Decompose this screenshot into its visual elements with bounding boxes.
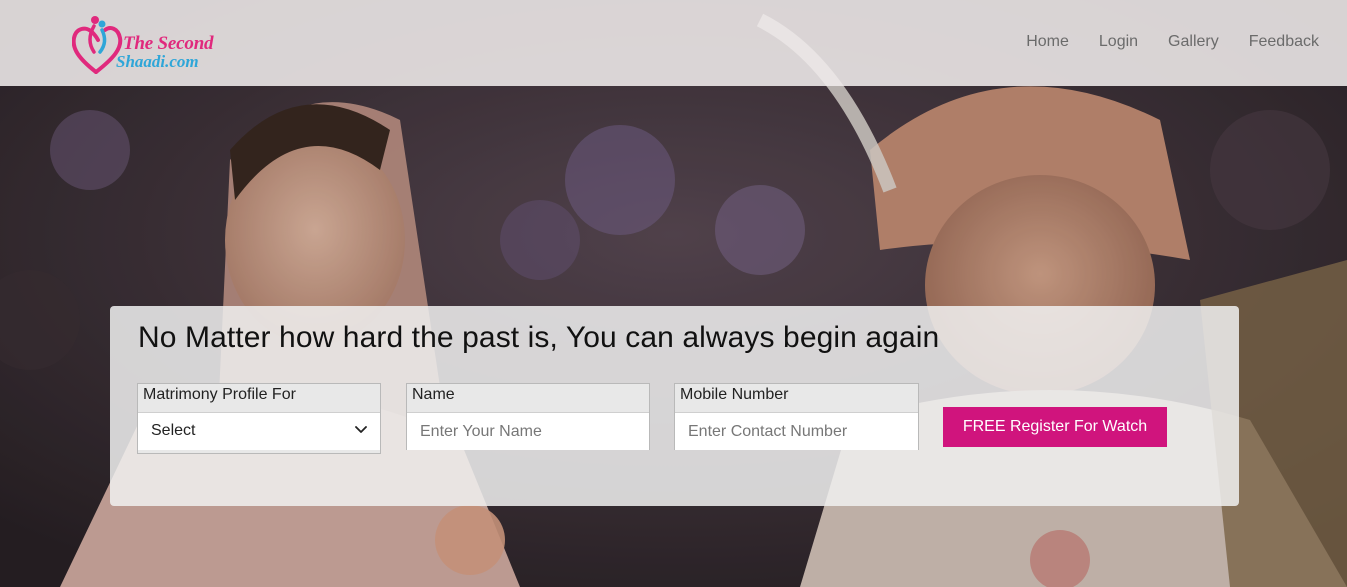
brand-name-line2: Shaadi.com bbox=[116, 52, 199, 71]
brand-logo[interactable]: The Second Shaadi.com bbox=[72, 14, 242, 74]
profile-for-field: Matrimony Profile For Select bbox=[137, 383, 381, 454]
name-field: Name bbox=[406, 383, 650, 450]
free-register-button[interactable]: FREE Register For Watch bbox=[943, 407, 1167, 447]
profile-for-select[interactable]: Select bbox=[138, 412, 380, 450]
profile-for-selected-value: Select bbox=[151, 422, 196, 439]
nav-link-gallery[interactable]: Gallery bbox=[1168, 32, 1219, 52]
site-header: The Second Shaadi.com Home Login Gallery… bbox=[0, 0, 1347, 86]
main-nav: Home Login Gallery Feedback bbox=[996, 32, 1319, 52]
mobile-label: Mobile Number bbox=[680, 386, 789, 403]
name-input[interactable] bbox=[407, 412, 649, 450]
nav-link-login[interactable]: Login bbox=[1099, 32, 1138, 52]
landing-page: The Second Shaadi.com Home Login Gallery… bbox=[0, 0, 1347, 587]
registration-panel: No Matter how hard the past is, You can … bbox=[110, 306, 1239, 506]
hero-headline: No Matter how hard the past is, You can … bbox=[138, 321, 940, 354]
nav-link-home[interactable]: Home bbox=[1026, 32, 1069, 52]
chevron-down-icon bbox=[355, 426, 367, 433]
profile-for-label: Matrimony Profile For bbox=[143, 386, 296, 403]
mobile-input[interactable] bbox=[675, 412, 918, 450]
mobile-field: Mobile Number bbox=[674, 383, 919, 450]
nav-link-feedback[interactable]: Feedback bbox=[1249, 32, 1319, 52]
name-label: Name bbox=[412, 386, 455, 403]
